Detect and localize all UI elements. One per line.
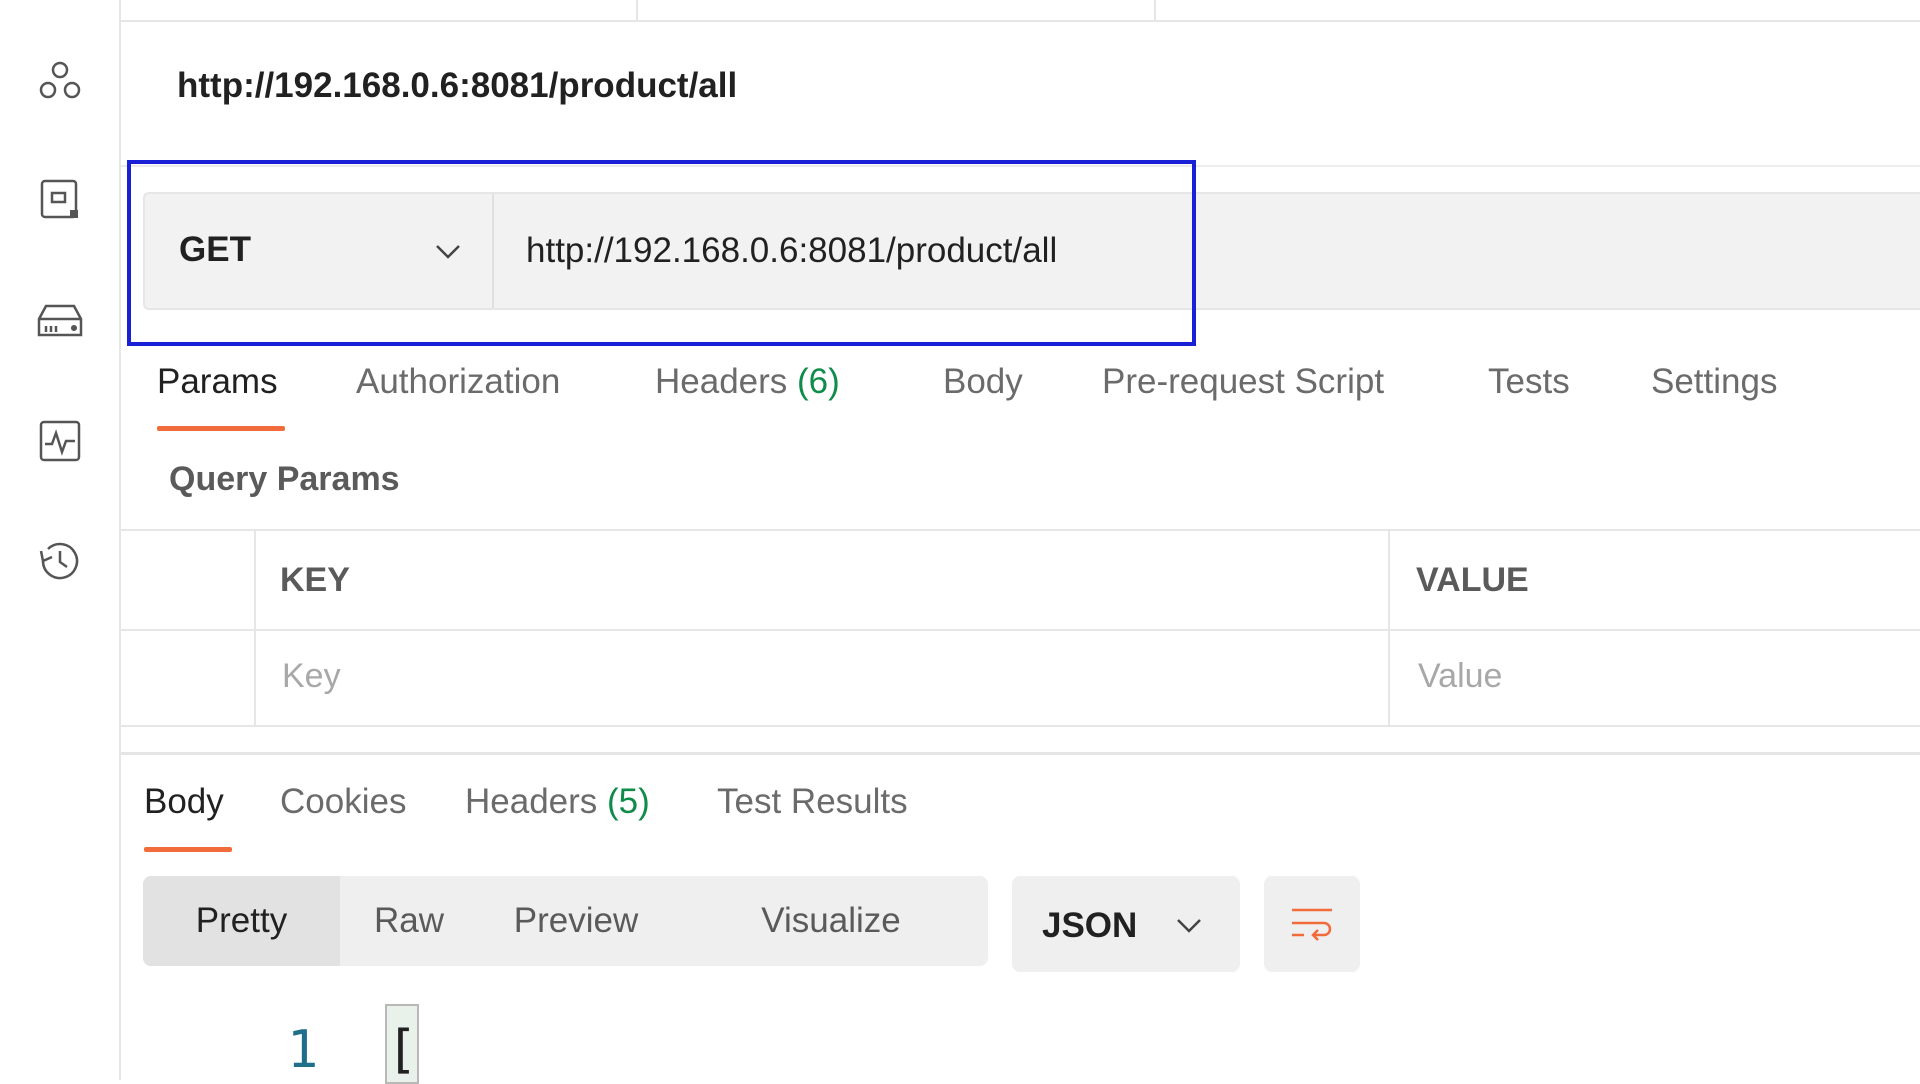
response-section-divider[interactable]	[121, 752, 1920, 755]
environments-icon[interactable]	[34, 174, 86, 226]
tab-tests[interactable]: Tests	[1488, 362, 1570, 402]
active-response-tab-indicator	[144, 847, 232, 852]
code-token[interactable]: [	[385, 1004, 419, 1084]
tab-params[interactable]: Params	[157, 362, 278, 402]
value-column-header: VALUE	[1416, 561, 1529, 599]
tab-label: Params	[157, 362, 278, 401]
table-divider	[121, 629, 1920, 631]
value-input[interactable]	[1418, 641, 1908, 711]
tab-label: Test Results	[717, 782, 908, 821]
response-headers-count: (5)	[607, 782, 650, 821]
format-visualize-button[interactable]: Visualize	[674, 876, 988, 966]
format-preview-button[interactable]: Preview	[478, 876, 674, 966]
language-label: JSON	[1042, 906, 1138, 945]
monitors-icon[interactable]	[34, 415, 86, 467]
response-format-group: Pretty Raw Preview Visualize	[143, 876, 988, 966]
history-icon[interactable]	[34, 535, 86, 587]
tab-label: Headers	[655, 362, 788, 401]
params-table: KEY VALUE	[121, 529, 1920, 727]
active-tab-indicator	[157, 426, 285, 431]
tab-pre-request-script[interactable]: Pre-request Script	[1102, 362, 1384, 402]
tab-authorization[interactable]: Authorization	[356, 362, 560, 402]
collections-icon[interactable]	[34, 55, 86, 107]
tab-label: Settings	[1651, 362, 1778, 401]
sidebar	[0, 0, 121, 1080]
method-select[interactable]: GET	[145, 194, 494, 308]
tab-divider	[1154, 0, 1156, 20]
tab-label: Cookies	[280, 782, 407, 821]
tab-label: Body	[943, 362, 1023, 401]
request-tab-strip	[121, 0, 1920, 22]
tab-label: Body	[144, 782, 224, 821]
tab-label: Pre-request Script	[1102, 362, 1385, 401]
method-label: GET	[179, 230, 251, 269]
chevron-down-icon	[1177, 919, 1201, 933]
response-tab-headers[interactable]: Headers (5)	[465, 782, 650, 822]
tab-label: Tests	[1488, 362, 1570, 401]
response-language-select[interactable]: JSON	[1012, 876, 1240, 972]
wrap-lines-icon	[1292, 908, 1332, 941]
title-divider	[121, 165, 1920, 167]
tab-headers[interactable]: Headers (6)	[655, 362, 840, 402]
url-input[interactable]	[494, 194, 1914, 308]
tab-settings[interactable]: Settings	[1651, 362, 1777, 402]
key-input[interactable]	[282, 641, 1372, 711]
key-column-header: KEY	[280, 561, 350, 599]
format-pretty-button[interactable]: Pretty	[143, 876, 340, 966]
tab-divider	[636, 0, 638, 20]
mock-servers-icon[interactable]	[34, 295, 86, 347]
format-raw-button[interactable]: Raw	[340, 876, 478, 966]
tab-label: Headers	[465, 782, 598, 821]
query-params-label: Query Params	[169, 460, 400, 498]
response-tab-body[interactable]: Body	[144, 782, 224, 822]
response-tab-cookies[interactable]: Cookies	[280, 782, 406, 822]
tab-body[interactable]: Body	[943, 362, 1023, 402]
request-title[interactable]: http://192.168.0.6:8081/product/all	[177, 66, 737, 106]
response-tab-test-results[interactable]: Test Results	[717, 782, 908, 822]
line-number: 1	[287, 1020, 319, 1080]
wrap-lines-button[interactable]	[1264, 876, 1360, 972]
url-bar: GET	[143, 192, 1920, 310]
tab-label: Authorization	[356, 362, 561, 401]
headers-count: (6)	[797, 362, 840, 401]
chevron-down-icon	[436, 245, 460, 259]
